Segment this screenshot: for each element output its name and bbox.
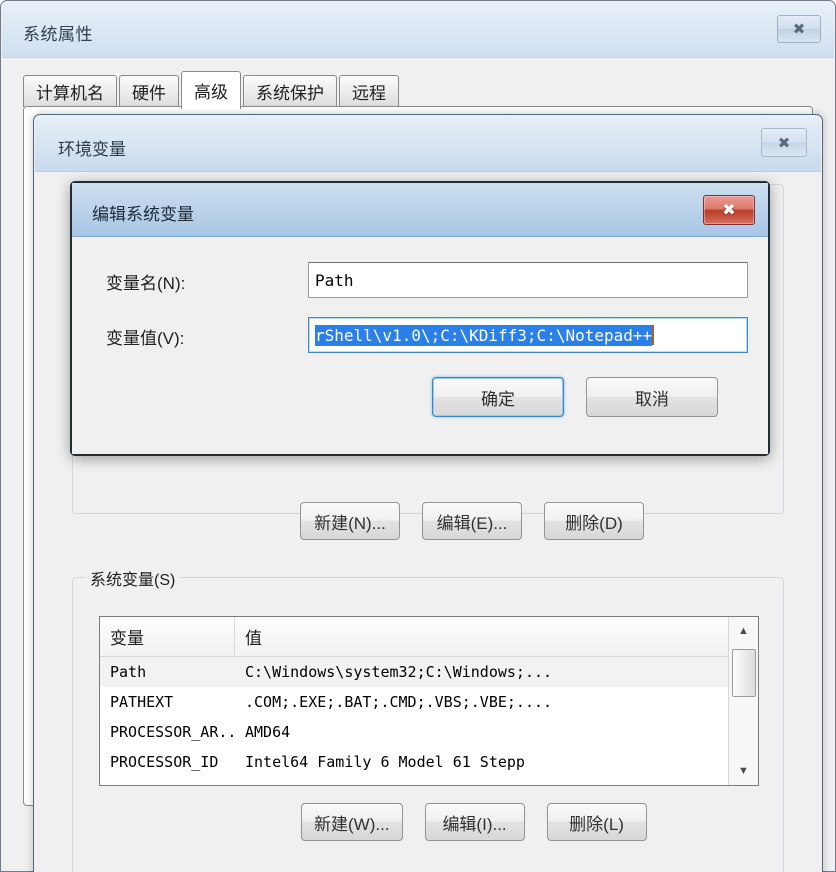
variable-value-label: 变量值(V): [106,329,185,348]
text-caret [652,325,655,345]
button-label: 取消 [635,389,669,409]
button-label: 编辑(E)... [436,513,508,533]
row-value: C:\Windows\system32;C:\Windows;... [245,663,553,681]
button-label: 删除(D) [565,513,623,533]
system-delete-button[interactable]: 删除(L) [546,803,647,841]
row-variable: PROCESSOR_AR... [110,723,235,741]
screen: 系统属性 ✖ 计算机名 硬件 高级 系统保护 远程 环境变量 ✖ 新建(N)..… [0,0,836,872]
user-new-button[interactable]: 新建(N)... [300,502,400,540]
button-label: 新建(W)... [314,814,390,834]
row-value: AMD64 [245,723,291,741]
tab-remote[interactable]: 远程 [339,75,399,107]
table-row[interactable]: PROCESSOR_ID Intel64 Family 6 Model 61 S… [100,747,758,777]
variable-value-selected-text: rShell\v1.0\;C:\KDiff3;C:\Notepad++ [315,324,653,346]
system-variables-group: 系统变量(S) 变量 值 Path C:\Windows\system32;C:… [72,566,784,872]
variable-value-input[interactable]: rShell\v1.0\;C:\KDiff3;C:\Notepad++ [308,317,748,353]
close-glyph: ✖ [722,202,736,219]
triangle-up-icon[interactable]: ▲ [729,617,758,645]
edit-system-variable-titlebar: 编辑系统变量 ✖ [72,183,768,237]
system-properties-title: 系统属性 [23,25,93,44]
table-row[interactable]: Path C:\Windows\system32;C:\Windows;... [100,657,758,687]
tab-label: 硬件 [132,84,166,103]
close-icon[interactable]: ✖ [777,15,821,43]
row-value: .COM;.EXE;.BAT;.CMD;.VBS;.VBE;.... [245,693,553,711]
list-scrollbar[interactable]: ▲ ▼ [728,617,758,785]
user-variables-buttons: 新建(N)... 编辑(E)... 删除(D) [300,502,644,540]
button-label: 确定 [481,389,515,409]
row-value: Intel64 Family 6 Model 61 Stepp [245,753,525,771]
table-row[interactable]: PATHEXT .COM;.EXE;.BAT;.CMD;.VBS;.VBE;..… [100,687,758,717]
row-variable: PROCESSOR_ID [110,753,219,771]
edit-system-variable-body: 变量名(N): Path 变量值(V): rShell\v1.0\;C:\KDi… [72,237,768,454]
tab-label: 高级 [194,83,228,102]
button-label: 编辑(I)... [442,814,507,834]
tab-label: 系统保护 [256,84,324,103]
system-variables-buttons: 新建(W)... 编辑(I)... 删除(L) [301,803,647,841]
row-variable: Path [110,663,147,681]
system-new-button[interactable]: 新建(W)... [301,803,403,841]
row-variable: PATHEXT [110,693,174,711]
close-glyph: ✖ [777,134,791,152]
tab-label: 远程 [352,84,386,103]
tab-label: 计算机名 [36,84,104,103]
environment-variables-titlebar: 环境变量 ✖ [35,116,821,172]
scrollbar-thumb[interactable] [732,649,756,697]
button-label: 删除(L) [569,814,624,834]
edit-cancel-button[interactable]: 取消 [586,377,718,417]
system-properties-tabs: 计算机名 硬件 高级 系统保护 远程 [23,71,401,109]
edit-system-variable-dialog: 编辑系统变量 ✖ 变量名(N): Path 变量值(V): rShell\v1.… [70,181,770,456]
edit-system-variable-title: 编辑系统变量 [92,205,194,224]
system-edit-button[interactable]: 编辑(I)... [424,803,525,841]
tab-hardware[interactable]: 硬件 [119,75,179,107]
variable-name-input[interactable]: Path [308,262,748,298]
triangle-down-icon[interactable]: ▼ [729,757,758,785]
close-icon[interactable]: ✖ [703,195,755,225]
user-delete-button[interactable]: 删除(D) [544,502,644,540]
variable-name-value: Path [315,270,354,290]
column-header-value[interactable]: 值 [235,617,758,656]
user-edit-button[interactable]: 编辑(E)... [422,502,522,540]
tab-system-protection[interactable]: 系统保护 [243,75,337,107]
system-variables-legend: 系统变量(S) [85,566,181,590]
tab-computer-name[interactable]: 计算机名 [23,75,117,107]
variable-name-label: 变量名(N): [106,274,186,293]
column-header-variable[interactable]: 变量 [100,617,235,656]
system-variables-list[interactable]: 变量 值 Path C:\Windows\system32;C:\Windows… [99,616,759,786]
button-label: 新建(N)... [314,513,386,533]
edit-dialog-buttons: 确定 取消 [432,377,718,417]
edit-ok-button[interactable]: 确定 [432,377,564,417]
list-header: 变量 值 [100,617,758,657]
close-glyph: ✖ [792,21,806,38]
close-icon[interactable]: ✖ [761,128,807,157]
environment-variables-title: 环境变量 [58,140,126,159]
table-row[interactable]: PROCESSOR_AR... AMD64 [100,717,758,747]
tab-advanced[interactable]: 高级 [181,71,241,109]
system-properties-titlebar: 系统属性 ✖ [2,2,834,58]
